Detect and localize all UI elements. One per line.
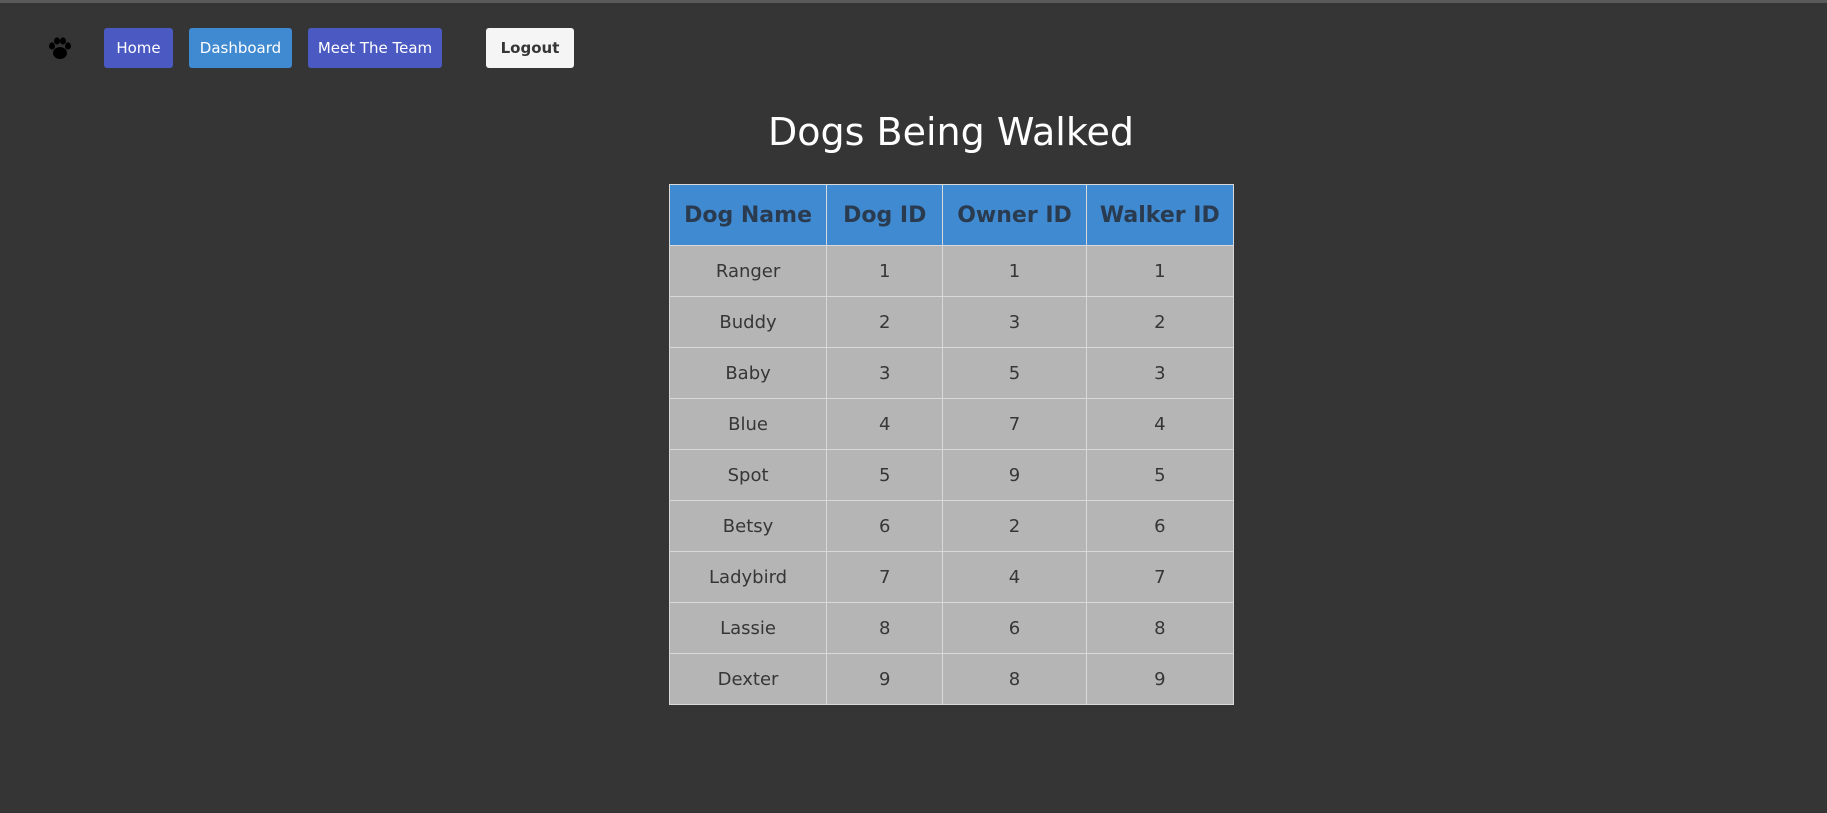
cell-owner-id: 1 xyxy=(942,245,1087,297)
cell-owner-id: 3 xyxy=(942,296,1087,348)
cell-dog-id: 9 xyxy=(826,653,944,705)
cell-dog-id: 1 xyxy=(826,245,944,297)
cell-dog-name: Betsy xyxy=(668,500,828,552)
table-row: Ladybird 7 4 7 xyxy=(668,551,1235,603)
cell-dog-id: 5 xyxy=(826,449,944,501)
cell-dog-name: Baby xyxy=(668,347,828,399)
table-row: Blue 4 7 4 xyxy=(668,398,1235,450)
cell-dog-name: Spot xyxy=(668,449,828,501)
cell-walker-id: 1 xyxy=(1085,245,1235,297)
cell-dog-id: 8 xyxy=(826,602,944,654)
cell-owner-id: 7 xyxy=(942,398,1087,450)
cell-walker-id: 7 xyxy=(1085,551,1235,603)
header-owner-id: Owner ID xyxy=(942,184,1087,246)
table-header-row: Dog Name Dog ID Owner ID Walker ID xyxy=(668,184,1235,246)
table-row: Buddy 2 3 2 xyxy=(668,296,1235,348)
page-title: Dogs Being Walked xyxy=(768,110,1134,154)
paw-icon[interactable] xyxy=(46,34,74,62)
cell-walker-id: 5 xyxy=(1085,449,1235,501)
header-dog-id: Dog ID xyxy=(826,184,944,246)
navbar: Home Dashboard Meet The Team Logout xyxy=(0,28,1827,68)
cell-dog-name: Blue xyxy=(668,398,828,450)
cell-owner-id: 9 xyxy=(942,449,1087,501)
window-top-border xyxy=(0,0,1827,3)
cell-walker-id: 8 xyxy=(1085,602,1235,654)
header-dog-name: Dog Name xyxy=(668,184,828,246)
cell-owner-id: 4 xyxy=(942,551,1087,603)
logout-button[interactable]: Logout xyxy=(486,28,574,68)
home-button[interactable]: Home xyxy=(104,28,173,68)
cell-owner-id: 5 xyxy=(942,347,1087,399)
cell-owner-id: 8 xyxy=(942,653,1087,705)
cell-dog-id: 2 xyxy=(826,296,944,348)
cell-walker-id: 4 xyxy=(1085,398,1235,450)
cell-walker-id: 3 xyxy=(1085,347,1235,399)
cell-owner-id: 6 xyxy=(942,602,1087,654)
cell-owner-id: 2 xyxy=(942,500,1087,552)
table-header: Dog Name Dog ID Owner ID Walker ID xyxy=(668,184,1235,246)
cell-dog-name: Buddy xyxy=(668,296,828,348)
cell-dog-id: 3 xyxy=(826,347,944,399)
cell-dog-id: 6 xyxy=(826,500,944,552)
table-row: Spot 5 9 5 xyxy=(668,449,1235,501)
table-row: Dexter 9 8 9 xyxy=(668,653,1235,705)
table-row: Baby 3 5 3 xyxy=(668,347,1235,399)
table-row: Lassie 8 6 8 xyxy=(668,602,1235,654)
table-row: Betsy 6 2 6 xyxy=(668,500,1235,552)
cell-walker-id: 9 xyxy=(1085,653,1235,705)
meet-the-team-button[interactable]: Meet The Team xyxy=(308,28,442,68)
table-row: Ranger 1 1 1 xyxy=(668,245,1235,297)
table-body: Ranger 1 1 1 Buddy 2 3 2 Baby 3 5 3 Blue… xyxy=(668,245,1235,705)
dogs-table: Dog Name Dog ID Owner ID Walker ID Range… xyxy=(668,184,1235,705)
cell-dog-name: Ladybird xyxy=(668,551,828,603)
cell-dog-name: Dexter xyxy=(668,653,828,705)
cell-walker-id: 2 xyxy=(1085,296,1235,348)
cell-dog-name: Ranger xyxy=(668,245,828,297)
cell-dog-name: Lassie xyxy=(668,602,828,654)
cell-walker-id: 6 xyxy=(1085,500,1235,552)
header-walker-id: Walker ID xyxy=(1085,184,1235,246)
cell-dog-id: 7 xyxy=(826,551,944,603)
dashboard-button[interactable]: Dashboard xyxy=(189,28,292,68)
cell-dog-id: 4 xyxy=(826,398,944,450)
